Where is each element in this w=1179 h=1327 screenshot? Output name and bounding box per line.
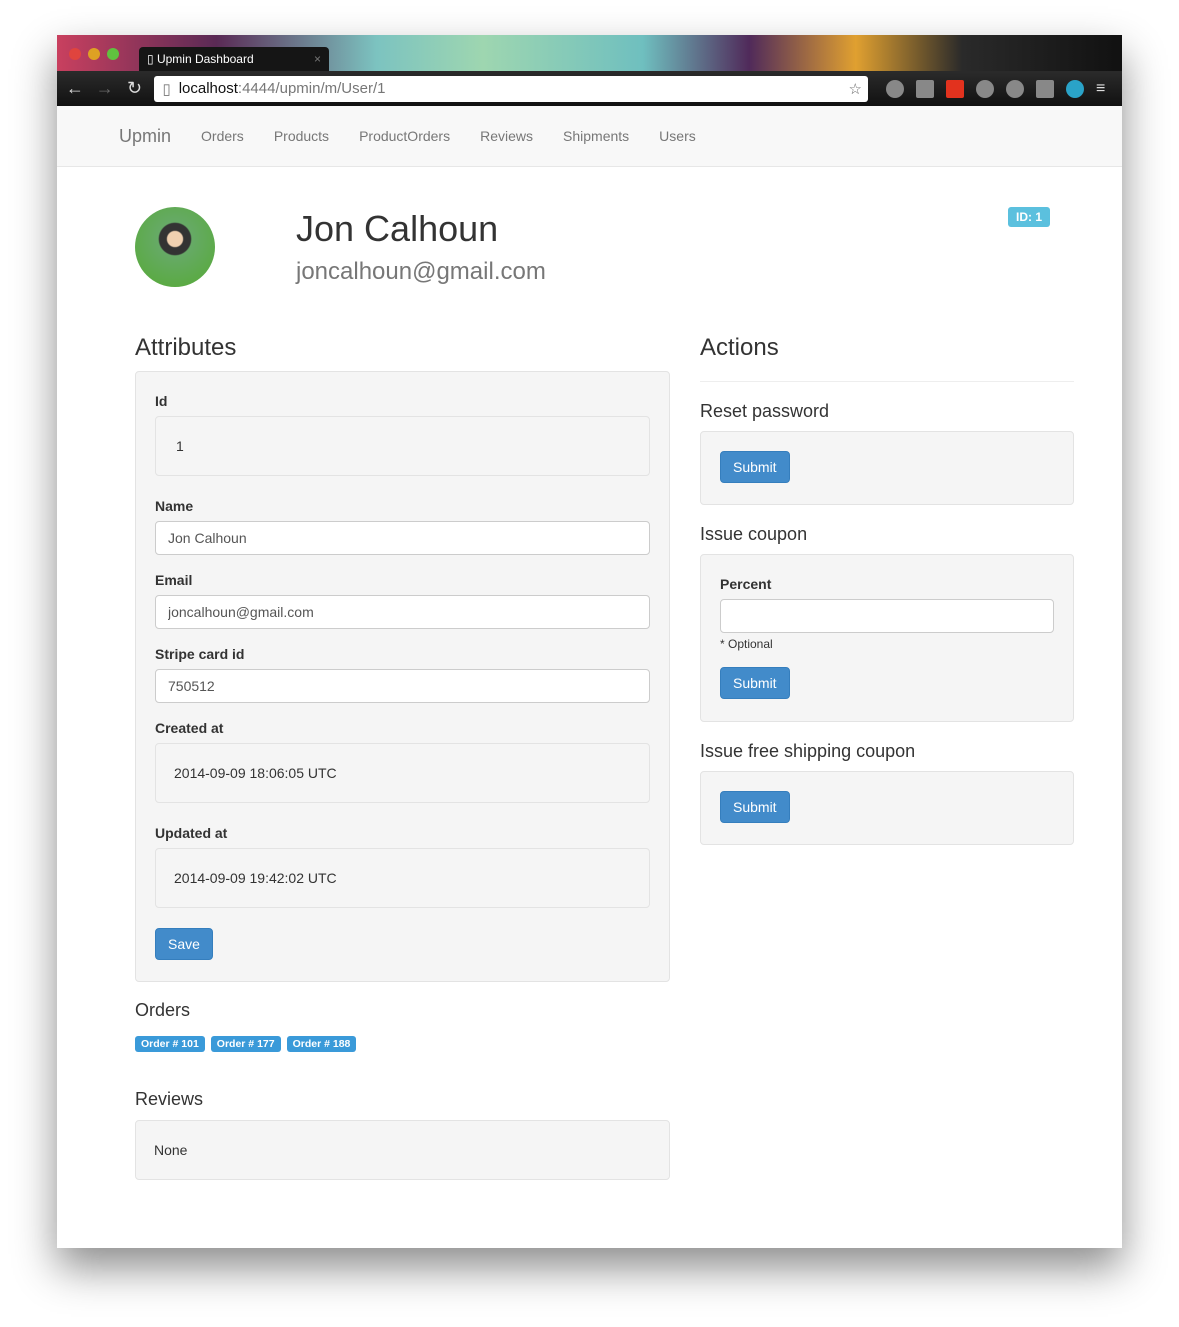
issue-coupon-heading: Issue coupon bbox=[700, 524, 808, 544]
id-badge: ID: 1 bbox=[1008, 207, 1051, 227]
browser-window: ▯ Upmin Dashboard × ← → ↻ ▯ localhost:4444… bbox=[57, 35, 1122, 1248]
orders-heading: Orders bbox=[135, 1000, 191, 1020]
reload-icon[interactable]: ↻ bbox=[125, 78, 145, 99]
issue-coupon-submit-button[interactable]: Submit bbox=[720, 667, 790, 699]
attributes-form: Id 1 Name Email Stripe card id Created a… bbox=[135, 371, 670, 982]
attributes-heading: Attributes bbox=[135, 334, 237, 361]
name-input[interactable] bbox=[155, 521, 650, 555]
bookmark-star-icon[interactable]: ☆ bbox=[849, 80, 862, 98]
zoom-window-icon[interactable] bbox=[107, 48, 119, 60]
address-bar[interactable]: ▯ localhost:4444/upmin/m/User/1 ☆ bbox=[154, 75, 868, 102]
page-icon: ▯ bbox=[147, 52, 157, 66]
nav-products[interactable]: Products bbox=[274, 128, 329, 144]
stripe-card-label: Stripe card id bbox=[155, 646, 245, 662]
minimize-window-icon[interactable] bbox=[88, 48, 100, 60]
name-label: Name bbox=[155, 498, 194, 514]
nav-users[interactable]: Users bbox=[659, 128, 696, 144]
stripe-card-input[interactable] bbox=[155, 669, 650, 703]
url-path: :4444/upmin/m/User/1 bbox=[237, 80, 386, 97]
user-email: joncalhoun@gmail.com bbox=[296, 258, 546, 285]
extension-icon[interactable] bbox=[1005, 79, 1024, 98]
close-tab-icon[interactable]: × bbox=[314, 52, 321, 66]
updated-at-value: 2014-09-09 19:42:02 UTC bbox=[155, 848, 650, 908]
menu-icon[interactable]: ≡ bbox=[1096, 80, 1114, 98]
klout-icon[interactable] bbox=[945, 79, 964, 98]
brand[interactable]: Upmin bbox=[119, 126, 171, 147]
nav-reviews[interactable]: Reviews bbox=[480, 128, 533, 144]
reset-password-heading: Reset password bbox=[700, 401, 830, 421]
back-icon[interactable]: ← bbox=[65, 78, 85, 99]
percent-input[interactable] bbox=[720, 599, 1054, 633]
browser-toolbar: ← → ↻ ▯ localhost:4444/upmin/m/User/1 ☆ ≡ bbox=[57, 71, 1122, 106]
reset-password-submit-button[interactable]: Submit bbox=[720, 451, 790, 483]
nav-shipments[interactable]: Shipments bbox=[563, 128, 629, 144]
divider bbox=[700, 381, 1074, 382]
extension-icon[interactable] bbox=[915, 79, 934, 98]
created-at-label: Created at bbox=[155, 720, 224, 736]
id-label: Id bbox=[155, 393, 168, 409]
extension-m-icon[interactable] bbox=[1065, 79, 1084, 98]
order-link[interactable]: Order # 177 bbox=[210, 1036, 281, 1052]
email-label: Email bbox=[155, 572, 193, 588]
id-value: 1 bbox=[155, 416, 650, 476]
percent-label: Percent bbox=[720, 576, 772, 592]
order-link[interactable]: Order # 101 bbox=[135, 1036, 205, 1052]
navbar: Upmin Orders Products ProductOrders Revi… bbox=[57, 106, 1122, 167]
reviews-heading: Reviews bbox=[135, 1089, 204, 1109]
updated-at-label: Updated at bbox=[155, 825, 228, 841]
forward-icon[interactable]: → bbox=[95, 78, 115, 99]
email-input[interactable] bbox=[155, 595, 650, 629]
nav-productorders[interactable]: ProductOrders bbox=[359, 128, 450, 144]
title-bar: ▯ Upmin Dashboard × bbox=[57, 35, 1122, 71]
page-icon: ▯ bbox=[162, 80, 171, 98]
reviews-value: None bbox=[135, 1120, 670, 1180]
adblock-icon[interactable] bbox=[885, 79, 904, 98]
free-shipping-submit-button[interactable]: Submit bbox=[720, 791, 790, 823]
close-window-icon[interactable] bbox=[69, 48, 81, 60]
reset-password-form: Submit bbox=[700, 431, 1074, 505]
save-button[interactable]: Save bbox=[155, 928, 213, 960]
page-title: Jon Calhoun bbox=[296, 208, 499, 249]
browser-tab[interactable]: ▯ Upmin Dashboard × bbox=[139, 47, 329, 71]
issue-coupon-form: Percent * Optional Submit bbox=[700, 554, 1074, 722]
orders-list: Order # 101 Order # 177 Order # 188 bbox=[135, 1034, 362, 1052]
optional-hint: * Optional bbox=[720, 637, 773, 651]
tab-title: Upmin Dashboard bbox=[156, 52, 254, 66]
avatar bbox=[135, 207, 215, 287]
free-shipping-form: Submit bbox=[700, 771, 1074, 845]
created-at-value: 2014-09-09 18:06:05 UTC bbox=[155, 743, 650, 803]
free-shipping-heading: Issue free shipping coupon bbox=[700, 741, 916, 761]
order-link[interactable]: Order # 188 bbox=[286, 1036, 357, 1052]
url-host: localhost bbox=[178, 80, 238, 97]
nav-orders[interactable]: Orders bbox=[201, 128, 244, 144]
cast-icon[interactable] bbox=[1035, 79, 1054, 98]
camera-icon[interactable] bbox=[975, 79, 994, 98]
actions-heading: Actions bbox=[700, 334, 779, 361]
